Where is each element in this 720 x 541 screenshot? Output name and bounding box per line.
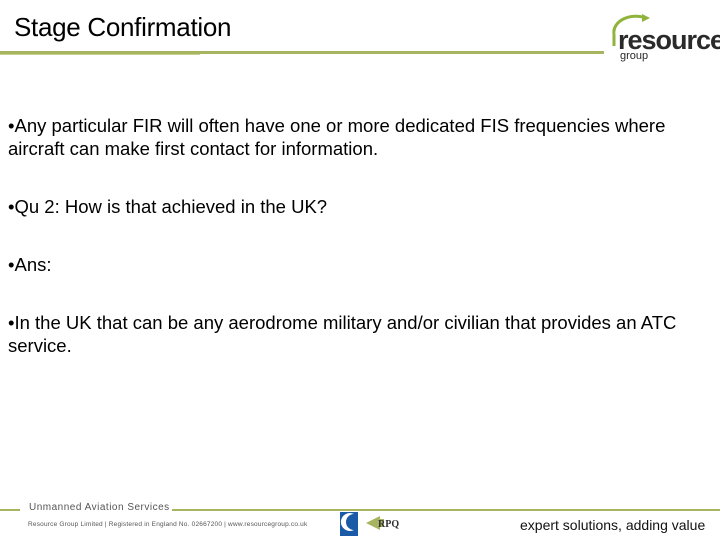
rpq-logo-icon: RPQ xyxy=(366,516,399,530)
bullet-3: •Ans: xyxy=(8,254,52,275)
bullet-2: •Qu 2: How is that achieved in the UK? xyxy=(8,196,328,217)
bullet-4: •In the UK that can be any aerodrome mil… xyxy=(8,312,677,356)
logo-sub: group xyxy=(620,50,649,62)
header-divider-shadow xyxy=(0,54,200,55)
slide-body: •Any particular FIR will often have one … xyxy=(8,114,708,392)
slide-title: Stage Confirmation xyxy=(14,12,232,42)
resource-group-logo: resource group xyxy=(606,12,720,64)
bullet-1: •Any particular FIR will often have one … xyxy=(8,115,666,159)
caa-logo-icon xyxy=(340,512,358,536)
footer-divider-left xyxy=(0,509,20,511)
svg-text:RPQ: RPQ xyxy=(378,519,399,530)
footer-registration: Resource Group Limited | Registered in E… xyxy=(28,521,308,528)
footer-divider-right xyxy=(172,509,720,511)
footer-tagline: expert solutions, adding value xyxy=(520,517,706,533)
footer-service: Unmanned Aviation Services xyxy=(29,502,170,513)
